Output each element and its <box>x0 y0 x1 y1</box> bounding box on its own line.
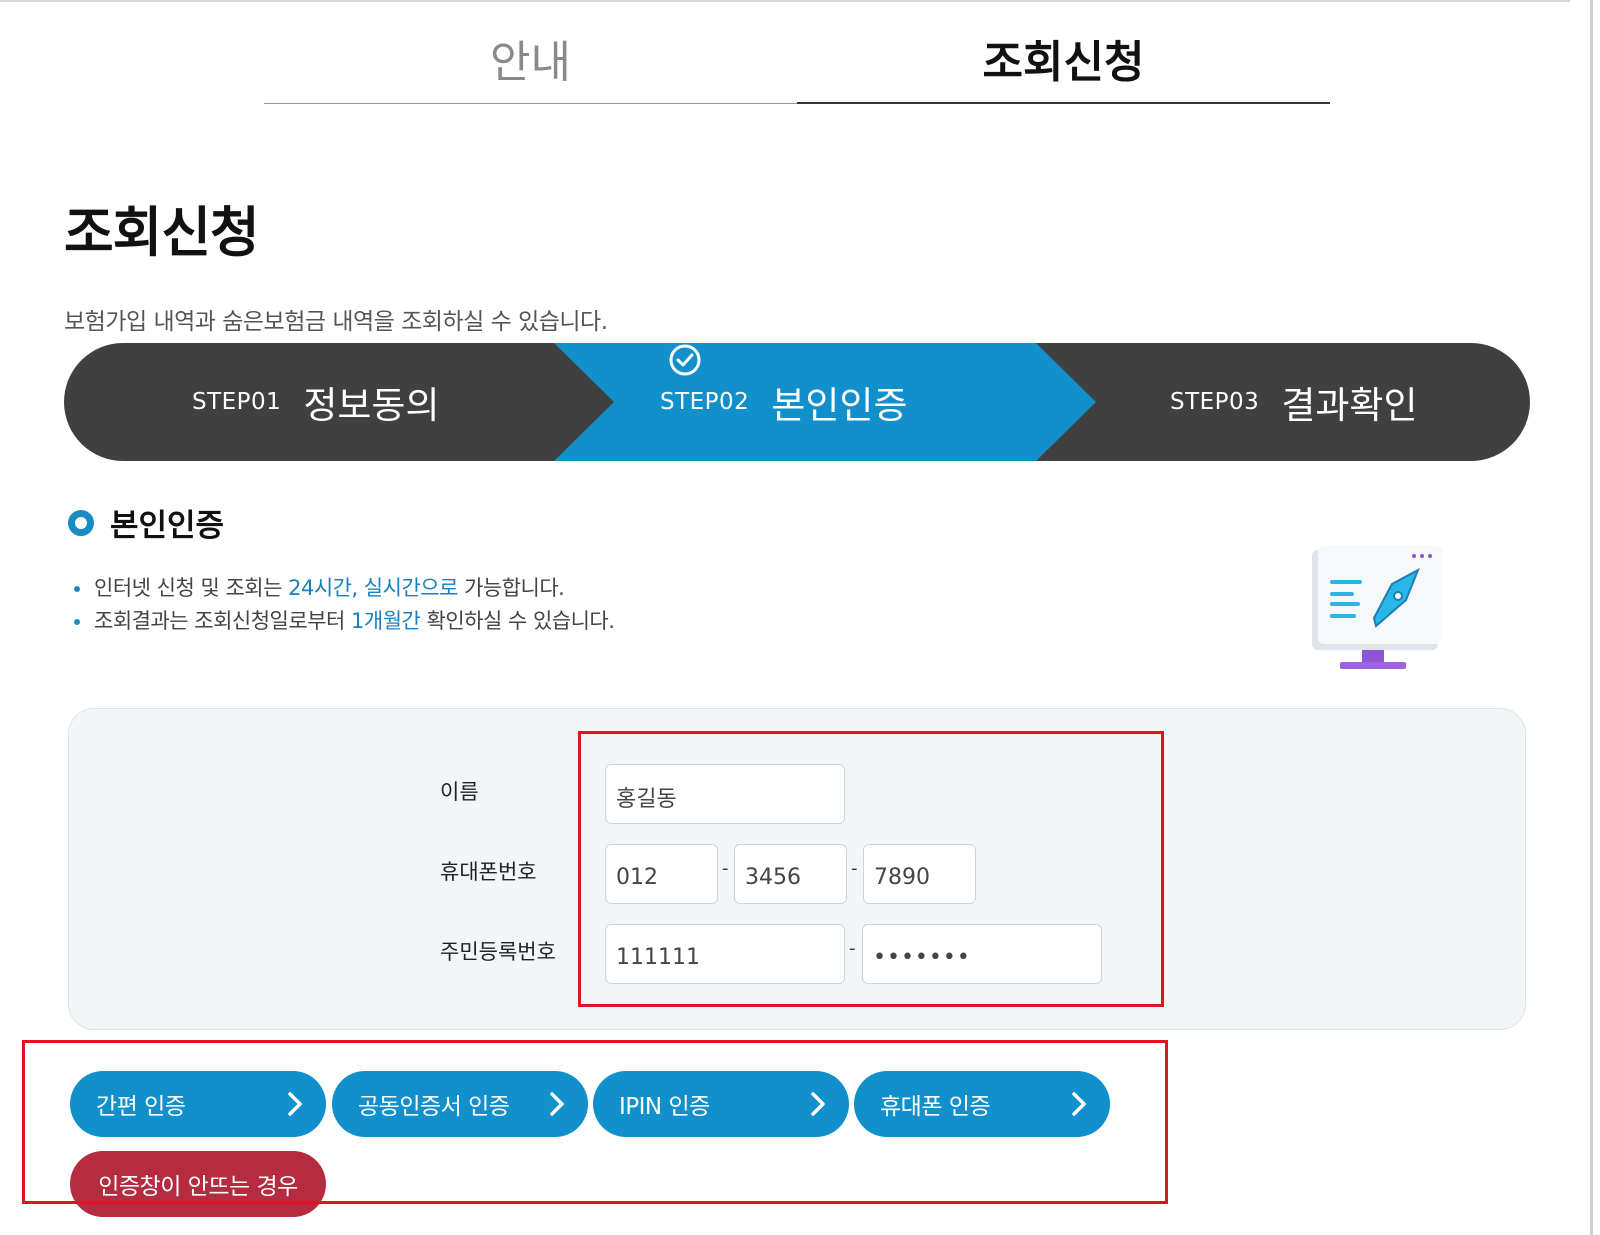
step-1-name: 정보동의 <box>303 384 440 427</box>
tab-info[interactable]: 안내 <box>264 20 797 104</box>
check-circle-icon <box>669 344 701 376</box>
step-2: STEP02 본인인증 <box>660 343 908 461</box>
notice-highlight: 24시간, 실시간으로 <box>288 576 458 600</box>
name-label: 이름 <box>440 780 479 804</box>
notice-list: 인터넷 신청 및 조회는 24시간, 실시간으로 가능합니다. 조회결과는 조회… <box>72 572 615 638</box>
step-1: STEP01 정보동의 <box>192 343 440 461</box>
annotation-box-buttons <box>22 1040 1168 1204</box>
step-3: STEP03 결과확인 <box>1170 343 1418 461</box>
top-border <box>0 0 1570 2</box>
page-title: 조회신청 <box>64 201 260 264</box>
right-border <box>1590 0 1593 1235</box>
notice-item: 조회결과는 조회신청일로부터 1개월간 확인하실 수 있습니다. <box>72 605 615 638</box>
annotation-box-form <box>578 731 1164 1007</box>
step-2-number: STEP02 <box>660 389 750 415</box>
step-2-name: 본인인증 <box>771 384 908 427</box>
step-1-number: STEP01 <box>192 389 282 415</box>
step-3-name: 결과확인 <box>1281 384 1418 427</box>
section-title: 본인인증 <box>68 500 224 545</box>
notice-text: 확인하실 수 있습니다. <box>420 609 615 633</box>
rrn-label: 주민등록번호 <box>440 940 556 964</box>
phone-label: 휴대폰번호 <box>440 860 537 884</box>
ring-bullet-icon <box>68 509 94 536</box>
monitor-pen-icon <box>1312 546 1442 669</box>
notice-highlight: 1개월간 <box>351 609 421 633</box>
notice-text: 가능합니다. <box>457 576 565 600</box>
tab-inquiry-request[interactable]: 조회신청 <box>797 20 1330 104</box>
notice-item: 인터넷 신청 및 조회는 24시간, 실시간으로 가능합니다. <box>72 572 614 605</box>
notice-text: 조회결과는 조회신청일로부터 <box>94 609 352 633</box>
section-title-text: 본인인증 <box>110 508 225 544</box>
tab-bar: 안내 조회신청 <box>264 20 1330 104</box>
page: 안내 조회신청 조회신청 보험가입 내역과 숨은보험금 내역을 조회하실 수 있… <box>0 0 1600 1235</box>
step-progress-bar: STEP01 정보동의 STEP02 본인인증 STEP03 결과확인 <box>64 343 1530 461</box>
page-description: 보험가입 내역과 숨은보험금 내역을 조회하실 수 있습니다. <box>64 309 608 335</box>
step-3-number: STEP03 <box>1170 389 1260 415</box>
notice-text: 인터넷 신청 및 조회는 <box>94 576 289 600</box>
